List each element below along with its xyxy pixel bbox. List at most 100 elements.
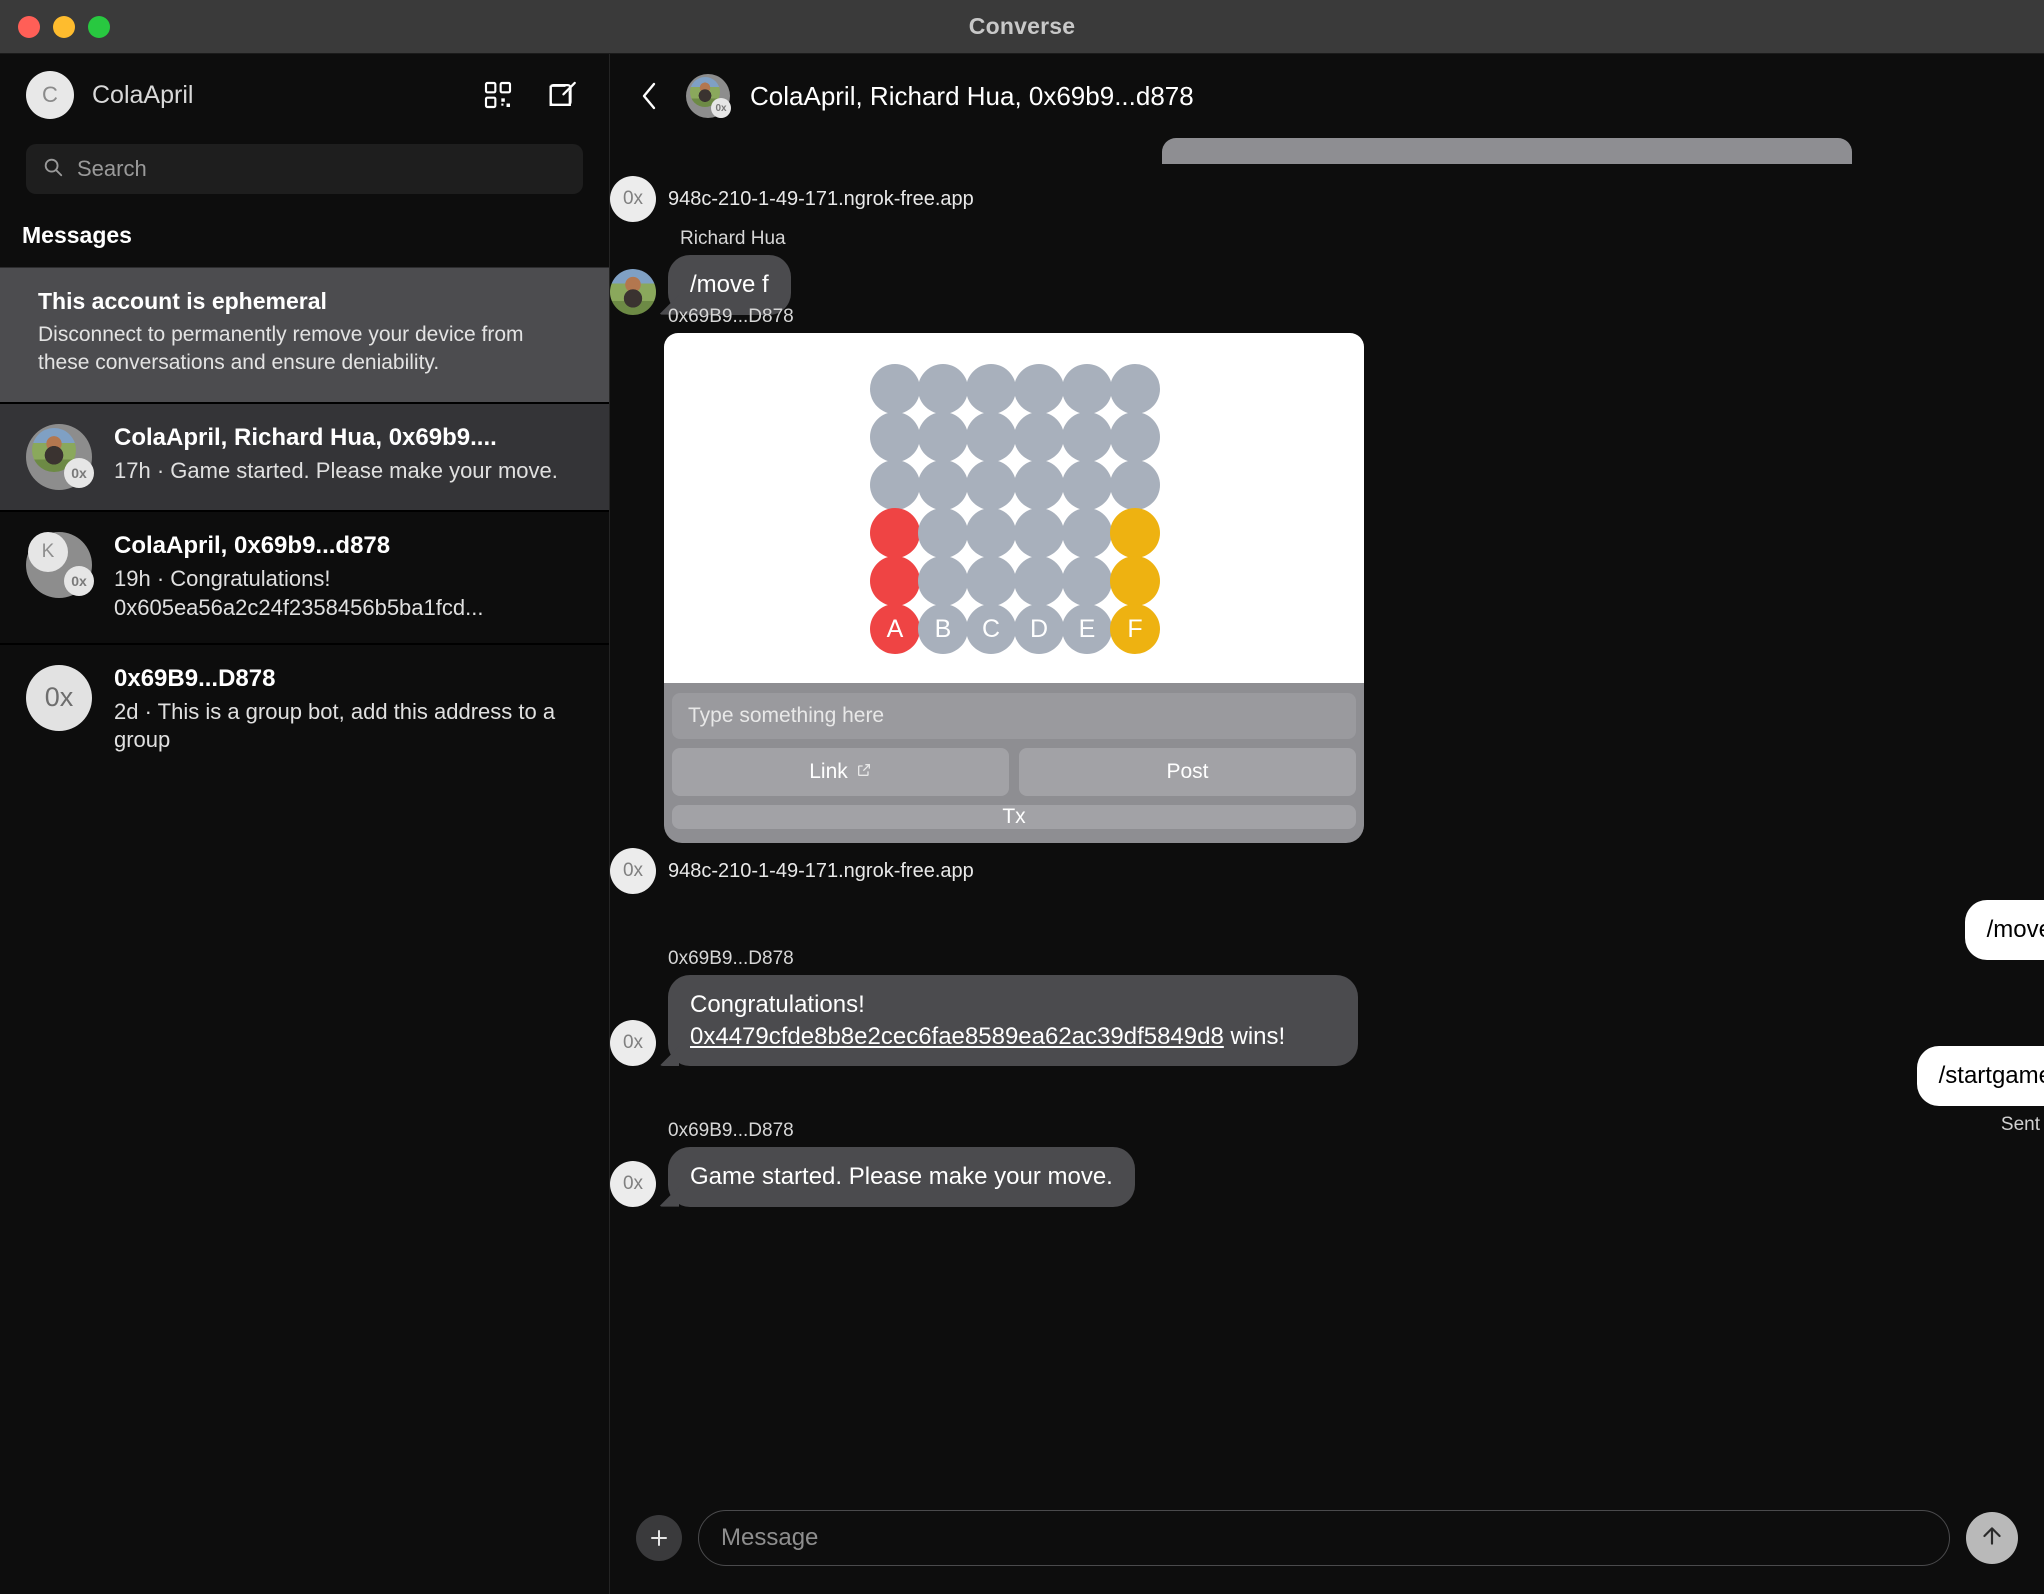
- board-cell-A-2[interactable]: [870, 556, 920, 606]
- board-cell-C-6[interactable]: [966, 364, 1016, 414]
- qr-code-icon[interactable]: [481, 78, 515, 112]
- frame-tx-button[interactable]: Tx: [672, 805, 1356, 829]
- board-cell-D-4[interactable]: [1014, 460, 1064, 510]
- board-cell-F-6[interactable]: [1110, 364, 1160, 414]
- message-avatar: 0x: [610, 176, 656, 222]
- message-bubble[interactable]: /move a: [1964, 900, 2044, 960]
- message-clipped-frame[interactable]: [1162, 138, 1852, 164]
- frame-container[interactable]: ABCDEF Type something here Link Post Tx: [664, 333, 1364, 841]
- message-avatar: 0x: [610, 1160, 656, 1207]
- message-frame-card: 0x69B9...D878 ABCDEF Type something here…: [610, 306, 1364, 841]
- search-box[interactable]: [26, 144, 583, 194]
- close-button[interactable]: [18, 15, 40, 38]
- frame-controls: Type something here Link Post Tx: [664, 683, 1364, 841]
- search-container: [0, 136, 609, 216]
- frame-link-button[interactable]: Link: [672, 748, 1009, 796]
- message-sender: Richard Hua: [680, 228, 786, 249]
- board-cell-D-1[interactable]: D: [1014, 604, 1064, 654]
- app-body: C ColaApril Search Messages This account…: [0, 54, 2044, 1594]
- conversation-snippet: Congratulations! 0x605ea56a2c24f2358456b…: [114, 566, 484, 621]
- board-cell-A-5[interactable]: [870, 412, 920, 462]
- conversation-text: ColaApril, 0x69b9...d878 19h · Congratul…: [114, 532, 579, 622]
- conversation-snippet: Game started. Please make your move.: [170, 458, 558, 484]
- board-cell-B-4[interactable]: [918, 460, 968, 510]
- board-cell-E-3[interactable]: [1062, 508, 1112, 558]
- board-cell-F-1[interactable]: F: [1110, 604, 1160, 654]
- connect-four-board[interactable]: ABCDEF: [870, 364, 1160, 654]
- message-list[interactable]: 0x 948c-210-1-49-171.ngrok-free.app Rich…: [610, 138, 2044, 1498]
- avatar-badge: 0x: [64, 566, 94, 597]
- frame-text-input[interactable]: Type something here: [672, 693, 1356, 739]
- message-avatar: 0x: [610, 848, 656, 894]
- board-cell-F-4[interactable]: [1110, 460, 1160, 510]
- message-url-text[interactable]: 948c-210-1-49-171.ngrok-free.app: [668, 860, 974, 883]
- message-url-text[interactable]: 948c-210-1-49-171.ngrok-free.app: [668, 188, 974, 211]
- board-cell-B-3[interactable]: [918, 508, 968, 558]
- sidebar-header: C ColaApril: [0, 54, 609, 136]
- conversation-time: 19h: [114, 566, 151, 592]
- avatar-badge: 0x: [711, 98, 731, 118]
- conversation-item-0[interactable]: 0x ColaApril, Richard Hua, 0x69b9.... 17…: [0, 402, 609, 511]
- traffic-lights: [0, 15, 110, 38]
- minimize-button[interactable]: [53, 15, 75, 38]
- account-avatar[interactable]: C: [26, 71, 74, 119]
- congrats-prefix: Congratulations!: [690, 991, 865, 1018]
- message-bubble[interactable]: Game started. Please make your move.: [668, 1147, 1135, 1207]
- maximize-button[interactable]: [88, 15, 110, 38]
- board-cell-B-5[interactable]: [918, 412, 968, 462]
- conversation-title: ColaApril, 0x69b9...d878: [114, 532, 391, 560]
- message-sender: 0x69B9...D878: [668, 948, 794, 969]
- board-cell-D-5[interactable]: [1014, 412, 1064, 462]
- conversation-item-2[interactable]: 0x 0x69B9...D878 2d · This is a group bo…: [0, 642, 609, 775]
- connect-four-board-image[interactable]: ABCDEF: [664, 333, 1364, 683]
- board-cell-B-2[interactable]: [918, 556, 968, 606]
- board-cell-F-2[interactable]: [1110, 556, 1160, 606]
- search-input[interactable]: [77, 156, 567, 182]
- plus-icon[interactable]: [636, 1515, 682, 1561]
- ephemeral-account-banner[interactable]: This account is ephemeral Disconnect to …: [0, 267, 609, 403]
- board-cell-E-4[interactable]: [1062, 460, 1112, 510]
- board-cell-E-5[interactable]: [1062, 412, 1112, 462]
- conversation-preview: 2d · This is a group bot, add this addre…: [114, 698, 556, 753]
- avatar-badge: 0x: [64, 458, 94, 489]
- board-cell-D-6[interactable]: [1014, 364, 1064, 414]
- board-cell-C-2[interactable]: [966, 556, 1016, 606]
- board-cell-D-3[interactable]: [1014, 508, 1064, 558]
- avatar: 0x: [26, 664, 92, 731]
- board-cell-A-3[interactable]: [870, 508, 920, 558]
- board-cell-F-5[interactable]: [1110, 412, 1160, 462]
- message-bubble[interactable]: /startgame: [1916, 1046, 2044, 1106]
- window-title: Converse: [968, 13, 1076, 39]
- chat-avatar: 0x: [686, 74, 731, 118]
- board-cell-C-5[interactable]: [966, 412, 1016, 462]
- chevron-left-icon[interactable]: [632, 76, 666, 116]
- board-cell-F-3[interactable]: [1110, 508, 1160, 558]
- external-link-icon: [856, 760, 872, 784]
- board-cell-C-1[interactable]: C: [966, 604, 1016, 654]
- compose-icon[interactable]: [545, 78, 579, 112]
- avatar-letter: 0x: [26, 664, 92, 731]
- frame-post-button[interactable]: Post: [1019, 748, 1356, 796]
- board-cell-B-6[interactable]: [918, 364, 968, 414]
- conversation-preview: 17h · Game started. Please make your mov…: [114, 458, 558, 484]
- board-cell-E-1[interactable]: E: [1062, 604, 1112, 654]
- board-cell-C-3[interactable]: [966, 508, 1016, 558]
- winner-address-link[interactable]: 0x4479cfde8b8e2cec6fae8589ea62ac39df5849…: [690, 1023, 1224, 1050]
- chat-title: ColaApril, Richard Hua, 0x69b9...d878: [750, 80, 1194, 111]
- send-button[interactable]: [1966, 1512, 2018, 1564]
- message-input[interactable]: [721, 1524, 1927, 1552]
- conversation-item-1[interactable]: K 0x ColaApril, 0x69b9...d878 19h · Cong…: [0, 510, 609, 642]
- message-bubble[interactable]: Congratulations! 0x4479cfde8b8e2cec6fae8…: [668, 975, 1358, 1067]
- board-cell-A-1[interactable]: A: [870, 604, 920, 654]
- board-cell-A-4[interactable]: [870, 460, 920, 510]
- board-cell-C-4[interactable]: [966, 460, 1016, 510]
- account-name: ColaApril: [92, 80, 194, 109]
- board-cell-B-1[interactable]: B: [918, 604, 968, 654]
- message-row: 0x Game started. Please make your move.: [610, 1147, 1135, 1207]
- message-sender: 0x69B9...D878: [668, 306, 794, 327]
- board-cell-A-6[interactable]: [870, 364, 920, 414]
- message-input-wrapper[interactable]: [698, 1510, 1950, 1566]
- board-cell-E-2[interactable]: [1062, 556, 1112, 606]
- board-cell-D-2[interactable]: [1014, 556, 1064, 606]
- board-cell-E-6[interactable]: [1062, 364, 1112, 414]
